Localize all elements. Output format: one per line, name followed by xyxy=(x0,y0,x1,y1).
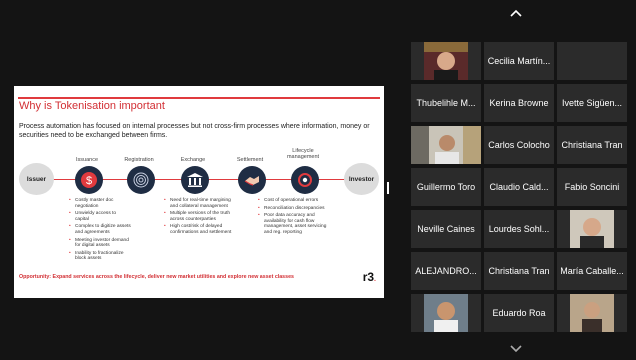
participant-tile[interactable]: María Caballe... xyxy=(557,252,627,290)
shared-screen-slide: Why is Tokenisation important Process au… xyxy=(14,86,384,298)
exchange-bullets: Need for real-time margining and collate… xyxy=(164,198,232,238)
panel-resize-handle[interactable] xyxy=(387,182,389,194)
bullet: Need for real-time margining and collate… xyxy=(164,198,232,209)
lifecycle-bullets: Cost of operational errors Reconciliatio… xyxy=(258,198,330,238)
stage-label-settlement: Settlement xyxy=(236,157,264,163)
issuer-node: Issuer xyxy=(19,163,54,195)
issuance-bullets: Costly master doc negotiation Unwieldy a… xyxy=(69,198,131,264)
participant-video-tile[interactable] xyxy=(557,210,627,248)
participant-video-tile[interactable] xyxy=(557,294,627,332)
settlement-handshake-icon xyxy=(238,166,266,194)
bullet: Multiple versions of the truth across co… xyxy=(164,211,232,222)
participant-photo xyxy=(424,294,468,332)
scroll-up-chevron-icon[interactable] xyxy=(509,7,523,21)
participant-tile[interactable]: Neville Caines xyxy=(411,210,481,248)
lifecycle-cycle-icon xyxy=(291,166,319,194)
stage-label-lifecycle: Lifecycle management xyxy=(286,148,320,160)
participant-video-tile[interactable] xyxy=(411,42,481,80)
participant-video-tile[interactable] xyxy=(411,126,481,164)
participant-photo xyxy=(411,126,481,164)
bullet: Meeting investor demand for digital asse… xyxy=(69,238,131,249)
participant-tile[interactable]: Kerina Browne xyxy=(484,84,554,122)
investor-node: Investor xyxy=(344,163,379,195)
participant-tile[interactable]: Cecilia Martín... xyxy=(484,42,554,80)
r3-logo-text: r3 xyxy=(362,270,375,284)
exchange-bank-icon xyxy=(181,166,209,194)
stage-label-issuance: Issuance xyxy=(75,157,98,163)
participant-video-tile[interactable] xyxy=(411,294,481,332)
stage-label-registration: Registration xyxy=(124,157,154,163)
registration-fingerprint-icon xyxy=(127,166,155,194)
r3-logo: r3. xyxy=(363,270,376,284)
slide-title: Why is Tokenisation important xyxy=(19,100,165,112)
opportunity-statement: Opportunity: Expand services across the … xyxy=(19,274,294,280)
participant-tile[interactable]: Claudio Cald... xyxy=(484,168,554,206)
bullet: High cost/risk of delayed confirmations … xyxy=(164,224,232,235)
bullet: Poor data accuracy and availability for … xyxy=(258,213,330,235)
participant-tile[interactable]: Guillermo Toro xyxy=(411,168,481,206)
issuance-stage-icon: $ xyxy=(75,166,103,194)
participant-tile[interactable]: Fabio Soncini xyxy=(557,168,627,206)
r3-logo-dot: . xyxy=(374,276,376,283)
scroll-down-chevron-icon[interactable] xyxy=(509,343,523,357)
participant-photo xyxy=(424,42,468,80)
bullet: Unwieldy access to capital xyxy=(69,211,131,222)
stage-label-exchange: Exchange xyxy=(180,157,206,163)
participant-tile[interactable]: ALEJANDRO... xyxy=(411,252,481,290)
bullet: Cost of operational errors xyxy=(258,198,330,204)
bullet: Inability to fractionalize block assets xyxy=(69,251,131,262)
participant-tile[interactable]: Thubelihle M... xyxy=(411,84,481,122)
participant-photo xyxy=(570,210,614,248)
participant-tile[interactable]: Carlos Colocho xyxy=(484,126,554,164)
svg-text:$: $ xyxy=(86,175,92,187)
participant-photo xyxy=(570,294,614,332)
participant-tile[interactable]: Eduardo Roa xyxy=(484,294,554,332)
bullet: Costly master doc negotiation xyxy=(69,198,131,209)
participant-tile[interactable]: Ivette Sigüen... xyxy=(557,84,627,122)
slide-top-rule xyxy=(18,97,380,99)
participant-tile[interactable]: Lourdes Sohl... xyxy=(484,210,554,248)
participant-tile-empty[interactable] xyxy=(557,42,627,80)
slide-subtitle: Process automation has focused on intern… xyxy=(19,123,370,139)
participant-tile[interactable]: Christiana Tran xyxy=(557,126,627,164)
participant-tile[interactable]: Christiana Tran xyxy=(484,252,554,290)
bullet: Reconciliation discrepancies xyxy=(258,206,330,212)
bullet: Complex to digitize assets and agreement… xyxy=(69,224,131,235)
